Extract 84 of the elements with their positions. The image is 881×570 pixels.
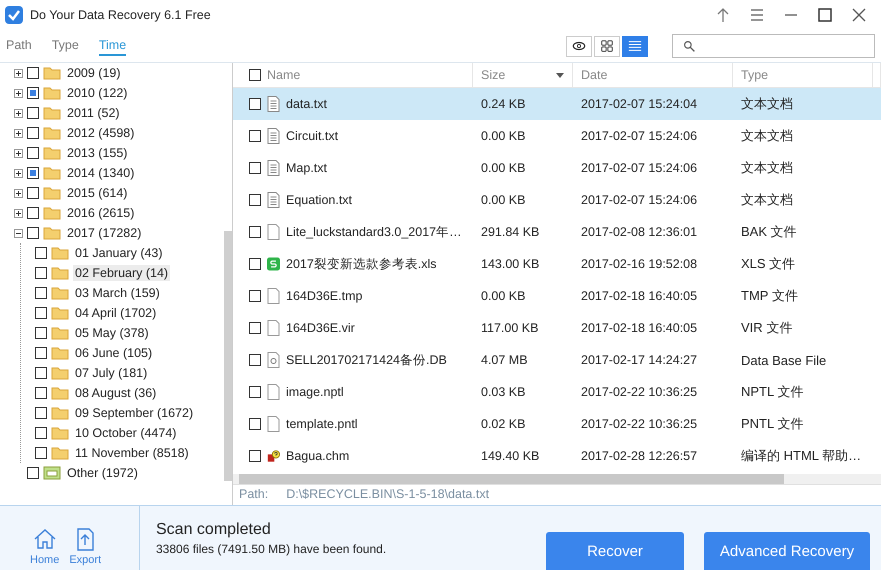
file-date: 2017-02-07 15:24:06: [580, 193, 698, 207]
tree-item[interactable]: 08 August (36): [73, 385, 158, 401]
file-name: Map.txt: [286, 161, 327, 175]
column-header[interactable]: Type: [741, 68, 768, 82]
file-date: 2017-02-18 16:40:05: [580, 321, 698, 335]
status-title: Scan completed: [156, 520, 272, 538]
file-name: image.nptl: [286, 385, 344, 399]
file-size: 291.84 KB: [480, 225, 540, 239]
tree-item[interactable]: 2009 (19): [65, 65, 123, 81]
file-date: 2017-02-16 19:52:08: [580, 257, 698, 271]
file-name: 164D36E.tmp: [286, 289, 362, 303]
file-size: 0.02 KB: [480, 417, 526, 431]
tree-item[interactable]: 2016 (2615): [65, 205, 136, 221]
file-name: 164D36E.vir: [286, 321, 355, 335]
file-type: 文本文档: [740, 95, 794, 113]
file-date: 2017-02-22 10:36:25: [580, 417, 698, 431]
tree-item[interactable]: 04 April (1702): [73, 305, 158, 321]
home-button[interactable]: Home: [30, 526, 60, 570]
file-name: Equation.txt: [286, 193, 352, 207]
file-date: 2017-02-18 16:40:05: [580, 289, 698, 303]
file-type: PNTL 文件: [740, 415, 804, 433]
file-date: 2017-02-22 10:36:25: [580, 385, 698, 399]
status-detail: 33806 files (7491.50 MB) have been found.: [156, 542, 388, 556]
file-size: 0.00 KB: [480, 129, 526, 143]
tree-item[interactable]: Other (1972): [65, 465, 140, 481]
tree-item[interactable]: 01 January (43): [73, 245, 165, 261]
tree-item[interactable]: 03 March (159): [73, 285, 162, 301]
file-type: XLS 文件: [740, 255, 796, 273]
file-date: 2017-02-07 15:24:06: [580, 129, 698, 143]
file-name: data.txt: [286, 97, 327, 111]
file-size: 149.40 KB: [480, 449, 540, 463]
path-label: Path:: [239, 487, 268, 501]
tree-item[interactable]: 02 February (14): [73, 265, 170, 281]
window-title: Do Your Data Recovery 6.1 Free: [30, 8, 211, 22]
file-name: SELL201702171424备份.DB: [286, 352, 447, 368]
file-name: template.pntl: [286, 417, 358, 431]
tree-item[interactable]: 2013 (155): [65, 145, 130, 161]
file-date: 2017-02-07 15:24:06: [580, 161, 698, 175]
view-tab[interactable]: Type: [52, 36, 79, 56]
file-date: 2017-02-07 15:24:04: [580, 97, 698, 111]
file-date: 2017-02-08 12:36:01: [580, 225, 698, 239]
advanced-recovery-button[interactable]: Advanced Recovery: [704, 532, 870, 570]
column-header[interactable]: Name: [267, 68, 300, 82]
tree-item[interactable]: 2011 (52): [65, 105, 122, 121]
file-size: 0.03 KB: [480, 385, 526, 399]
tree-item[interactable]: 10 October (4474): [73, 425, 178, 441]
file-type: BAK 文件: [740, 223, 798, 241]
file-size: 0.24 KB: [480, 97, 526, 111]
file-size: 143.00 KB: [480, 257, 540, 271]
file-size: 4.07 MB: [480, 353, 529, 367]
file-name: Circuit.txt: [286, 129, 338, 143]
file-name: Lite_luckstandard3.0_2017年…: [286, 224, 462, 240]
tree-item[interactable]: 2010 (122): [65, 85, 130, 101]
file-size: 0.00 KB: [480, 193, 526, 207]
file-type: TMP 文件: [740, 287, 799, 305]
file-size: 0.00 KB: [480, 289, 526, 303]
file-name: Bagua.chm: [286, 449, 350, 463]
tree-item[interactable]: 2015 (614): [65, 185, 130, 201]
tree-item[interactable]: 2014 (1340): [65, 165, 136, 181]
file-type: Data Base File: [740, 352, 828, 368]
tree-item[interactable]: 06 June (105): [73, 345, 154, 361]
tree-item[interactable]: 05 May (378): [73, 325, 151, 341]
column-header[interactable]: Size: [481, 68, 506, 82]
recover-button[interactable]: Recover: [546, 532, 684, 570]
tree-item[interactable]: 11 November (8518): [73, 445, 191, 461]
file-date: 2017-02-17 14:24:27: [580, 353, 698, 367]
file-size: 117.00 KB: [480, 321, 540, 335]
file-name: 2017裂变新选款参考表.xls: [286, 256, 437, 272]
column-header[interactable]: Date: [581, 68, 608, 82]
view-tab[interactable]: Path: [6, 36, 32, 56]
tree-item[interactable]: 2012 (4598): [65, 125, 136, 141]
path-value: D:\$RECYCLE.BIN\S-1-5-18\data.txt: [286, 487, 490, 501]
file-date: 2017-02-28 12:26:57: [580, 449, 698, 463]
tree-item[interactable]: 09 September (1672): [73, 405, 196, 421]
export-button[interactable]: Export: [69, 526, 102, 570]
file-type: VIR 文件: [740, 319, 794, 337]
tree-item[interactable]: 2017 (17282): [65, 225, 144, 241]
tree-item[interactable]: 07 July (181): [73, 365, 150, 381]
file-size: 0.00 KB: [480, 161, 526, 175]
file-type: 文本文档: [740, 159, 794, 177]
file-type: 文本文档: [740, 191, 794, 209]
file-type: 编译的 HTML 帮助…: [740, 447, 862, 465]
file-type: NPTL 文件: [740, 383, 804, 401]
file-type: 文本文档: [740, 127, 794, 145]
